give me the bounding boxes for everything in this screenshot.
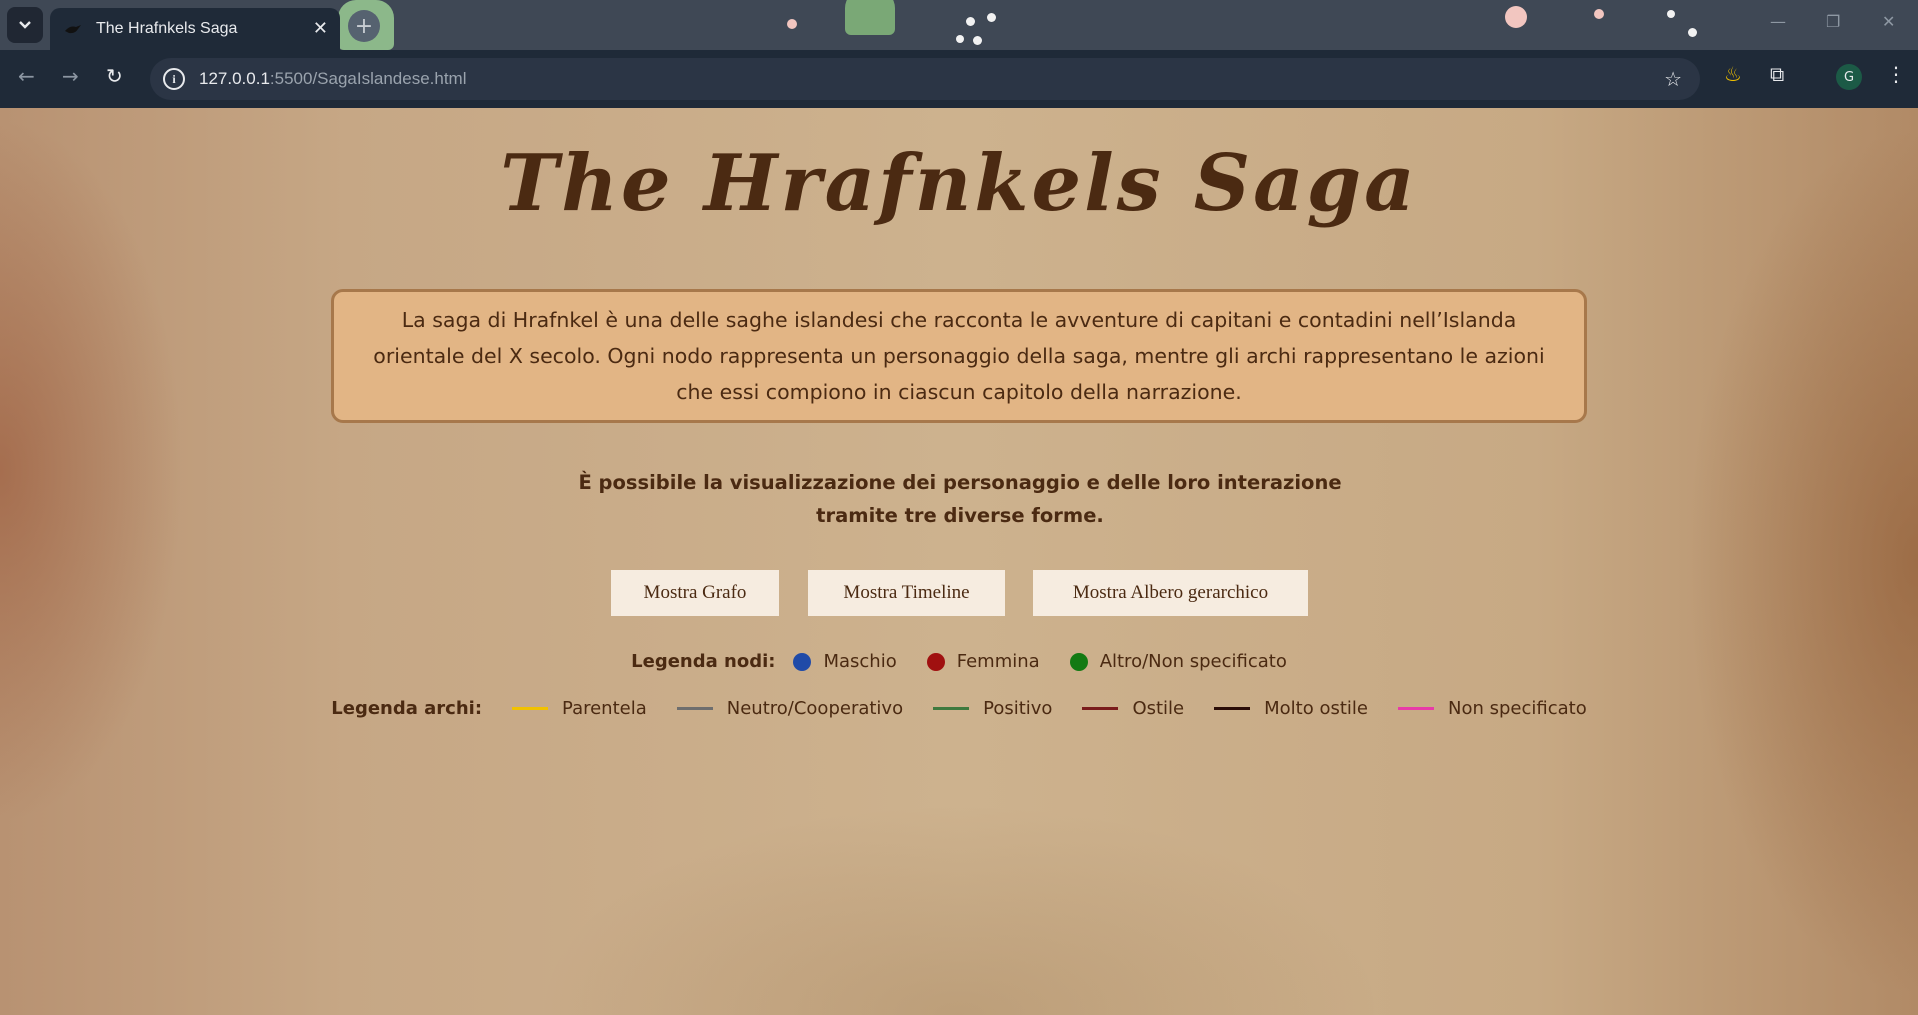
dot-decoration: [966, 17, 975, 26]
close-tab-icon[interactable]: ✕: [313, 20, 328, 38]
legend-node-other: Altro/Non specificato: [1069, 651, 1287, 672]
male-dot-icon: [793, 652, 812, 671]
neutral-line-icon: [676, 707, 713, 710]
show-graph-button[interactable]: Mostra Grafo: [611, 570, 779, 616]
raven-favicon-icon: [65, 25, 81, 34]
legend-edge-neutral: Neutro/Cooperativo: [676, 698, 904, 719]
dot-decoration: [956, 35, 964, 43]
browser-toolbar: ← → ↻ i 127.0.0.1:5500/SagaIslandese.htm…: [0, 50, 1918, 108]
forward-arrow-icon[interactable]: →: [62, 64, 79, 88]
subtitle-line-1: È possibile la visualizzazione dei perso…: [578, 471, 1342, 494]
edge-legend: Legenda archi: Parentela Neutro/Cooperat…: [0, 698, 1918, 719]
dot-decoration: [987, 13, 996, 22]
tab-title: The Hrafnkels Saga: [96, 20, 238, 37]
show-timeline-button[interactable]: Mostra Timeline: [808, 570, 1005, 616]
chevron-down-icon: [19, 21, 31, 29]
profile-avatar[interactable]: G: [1836, 64, 1862, 90]
kinship-line-icon: [512, 707, 549, 710]
legend-edge-positive-label: Positivo: [983, 698, 1053, 719]
legend-edge-very-hostile: Molto ostile: [1214, 698, 1368, 719]
dot-decoration: [787, 19, 797, 29]
edge-legend-label: Legenda archi:: [331, 698, 483, 719]
legend-edge-kinship-label: Parentela: [562, 698, 647, 719]
minimize-icon[interactable]: —: [1770, 12, 1786, 31]
very-hostile-line-icon: [1214, 707, 1251, 710]
description-text: La saga di Hrafnkel è una delle saghe is…: [373, 308, 1545, 404]
legend-edge-very-hostile-label: Molto ostile: [1264, 698, 1368, 719]
new-tab-button[interactable]: +: [348, 10, 380, 42]
description-box: La saga di Hrafnkel è una delle saghe is…: [331, 289, 1587, 423]
legend-node-female: Femmina: [926, 651, 1040, 672]
tab-search-button[interactable]: [7, 7, 43, 43]
site-info-icon[interactable]: i: [163, 68, 185, 90]
reload-icon[interactable]: ↻: [106, 64, 123, 88]
legend-edge-unspecified: Non specificato: [1398, 698, 1587, 719]
legend-node-female-label: Femmina: [956, 651, 1040, 672]
legend-node-male: Maschio: [793, 651, 897, 672]
url-host: 127.0.0.1: [199, 69, 270, 88]
legend-node-male-label: Maschio: [823, 651, 897, 672]
restore-icon[interactable]: ❐: [1826, 12, 1840, 31]
address-bar[interactable]: i 127.0.0.1:5500/SagaIslandese.html ☆: [150, 58, 1700, 100]
page-title: The Hrafnkels Saga: [500, 138, 1418, 229]
subtitle-line-2: tramite tre diverse forme.: [816, 504, 1104, 527]
other-dot-icon: [1069, 652, 1088, 671]
bookmark-star-icon[interactable]: ☆: [1664, 67, 1682, 91]
cactus-decoration: [845, 0, 895, 35]
female-dot-icon: [926, 652, 945, 671]
dot-decoration: [1505, 6, 1527, 28]
browser-tab-active[interactable]: The Hrafnkels Saga ✕: [50, 8, 340, 50]
dot-decoration: [1594, 9, 1604, 19]
show-tree-button[interactable]: Mostra Albero gerarchico: [1033, 570, 1308, 616]
node-legend-label: Legenda nodi:: [631, 651, 776, 672]
legend-edge-hostile: Ostile: [1082, 698, 1184, 719]
close-window-icon[interactable]: ✕: [1882, 12, 1895, 31]
extensions-puzzle-icon[interactable]: ⧉: [1770, 62, 1784, 86]
legend-edge-unspecified-label: Non specificato: [1448, 698, 1587, 719]
url-text: 127.0.0.1:5500/SagaIslandese.html: [199, 69, 467, 89]
unspecified-line-icon: [1398, 707, 1434, 710]
dot-decoration: [1688, 28, 1697, 37]
node-legend: Legenda nodi: Maschio Femmina Altro/Non …: [0, 651, 1918, 672]
browser-tab-bar: The Hrafnkels Saga ✕ + — ❐ ✕: [0, 0, 1918, 50]
hostile-line-icon: [1082, 707, 1119, 710]
legend-node-other-label: Altro/Non specificato: [1099, 651, 1287, 672]
dot-decoration: [1667, 10, 1675, 18]
legend-edge-positive: Positivo: [933, 698, 1052, 719]
positive-line-icon: [933, 707, 970, 710]
legend-edge-neutral-label: Neutro/Cooperativo: [726, 698, 904, 719]
dot-decoration: [973, 36, 982, 45]
extension-lamp-icon[interactable]: ♨: [1724, 62, 1742, 86]
menu-kebab-icon[interactable]: ⋮: [1886, 62, 1906, 86]
back-arrow-icon[interactable]: ←: [18, 64, 35, 88]
legend-edge-hostile-label: Ostile: [1132, 698, 1185, 719]
url-path: :5500/SagaIslandese.html: [269, 69, 467, 88]
page-content: The Hrafnkels Saga La saga di Hrafnkel è…: [0, 108, 1918, 1015]
visualization-subtitle: È possibile la visualizzazione dei perso…: [560, 466, 1360, 532]
legend-edge-kinship: Parentela: [512, 698, 647, 719]
